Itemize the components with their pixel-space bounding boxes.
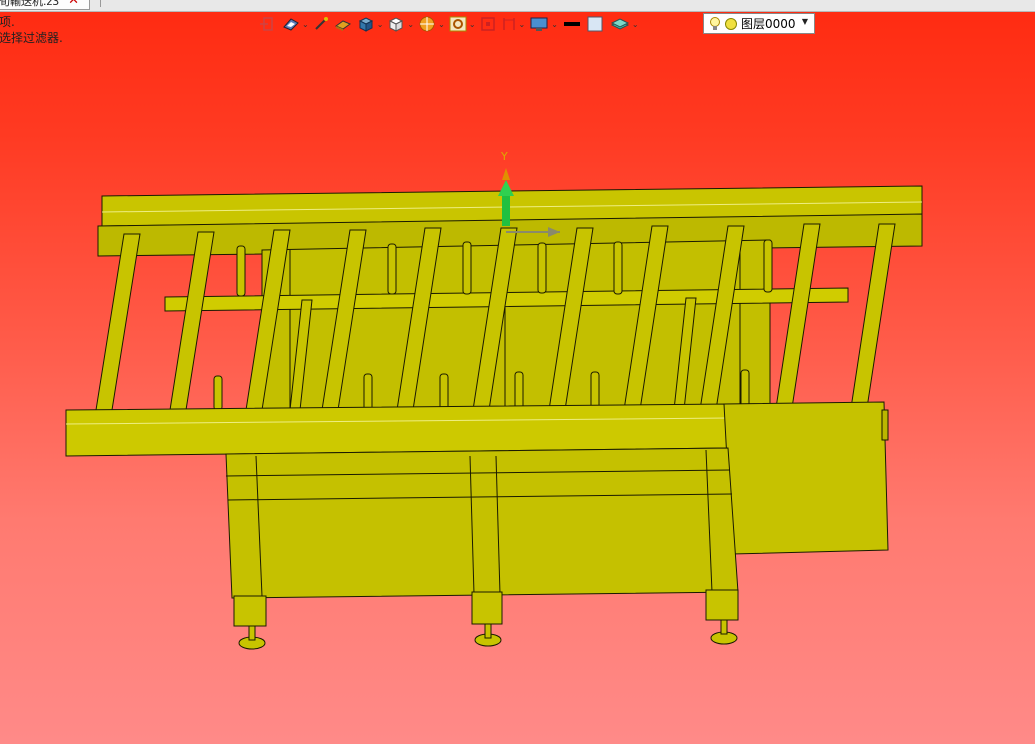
- layer-material-icon[interactable]: ⌄: [609, 14, 639, 34]
- chevron-down-icon[interactable]: ⌄: [469, 20, 476, 29]
- cube-icon[interactable]: ⌄: [356, 14, 384, 34]
- tab-divider: [100, 0, 101, 7]
- document-tab-title: 旬輸送机.z3: [0, 0, 60, 8]
- zoom-icon[interactable]: ⌄: [448, 14, 476, 34]
- lightbulb-icon: [710, 16, 720, 30]
- chevron-down-icon[interactable]: ⌄: [438, 20, 445, 29]
- sketch-icon[interactable]: ⌄: [281, 14, 309, 34]
- chevron-down-icon[interactable]: ⌄: [519, 20, 526, 29]
- 3d-viewport[interactable]: Y: [0, 0, 1035, 744]
- legs: [233, 589, 739, 650]
- prompt-line-1: 项.: [0, 15, 15, 29]
- close-icon[interactable]: ✕: [68, 0, 79, 7]
- layer-name: 图层0000: [741, 17, 796, 31]
- layer-color-dot-icon: [725, 17, 737, 30]
- triad-y-label: Y: [500, 150, 508, 163]
- document-tab-bar: 旬輸送机.z3 ✕: [0, 0, 1035, 12]
- display-icon[interactable]: ⌄: [528, 14, 558, 34]
- chevron-down-icon[interactable]: ⌄: [377, 20, 384, 29]
- section-icon[interactable]: ⌄: [500, 14, 526, 34]
- fit-icon[interactable]: [479, 14, 497, 34]
- layer-dropdown[interactable]: 图层0000 ▼: [703, 13, 815, 34]
- view-cube-icon[interactable]: ⌄: [386, 14, 414, 34]
- render-icon[interactable]: ⌄: [417, 14, 445, 34]
- chevron-down-icon[interactable]: ⌄: [302, 20, 309, 29]
- chevron-down-icon[interactable]: ⌄: [407, 20, 414, 29]
- chevron-down-icon[interactable]: ▼: [802, 17, 808, 26]
- line-color-swatch-icon[interactable]: [561, 14, 583, 34]
- exit-icon[interactable]: [258, 14, 278, 34]
- solid-icon[interactable]: [333, 14, 353, 34]
- prompt-line-2: 选择过滤器.: [0, 31, 63, 45]
- command-prompt: 项. 选择过滤器.: [0, 14, 63, 46]
- document-tab[interactable]: 旬輸送机.z3 ✕: [0, 0, 90, 10]
- view-toolbar: ⌄ ⌄ ⌄ ⌄ ⌄ ⌄ ⌄ ⌄: [258, 13, 639, 35]
- chevron-down-icon[interactable]: ⌄: [551, 20, 558, 29]
- chevron-down-icon[interactable]: ⌄: [632, 20, 639, 29]
- side-box: [723, 401, 889, 555]
- fill-color-swatch-icon[interactable]: [586, 14, 606, 34]
- pen-icon[interactable]: [312, 14, 330, 34]
- conveyor-model[interactable]: [65, 185, 923, 650]
- front-beam: [65, 403, 729, 457]
